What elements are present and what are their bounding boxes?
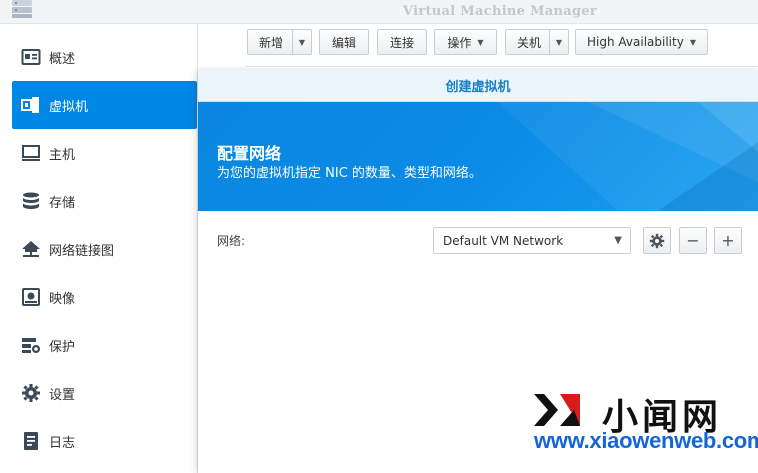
shutdown-dropdown-button[interactable]: ▼	[549, 29, 569, 55]
action-button[interactable]: 操作 ▼	[434, 29, 497, 55]
new-dropdown-button[interactable]: ▼	[292, 29, 312, 55]
banner-title: 配置网络	[217, 144, 282, 163]
edit-button[interactable]: 编辑	[319, 29, 369, 55]
network-settings-button[interactable]	[643, 227, 671, 254]
sidebar-item-image[interactable]: 映像	[12, 273, 197, 321]
sidebar-item-label: 设置	[49, 387, 76, 403]
high-availability-label: High Availability	[587, 35, 684, 49]
sidebar: 概述 虚拟机 主机 存储 网络链接图 映像 保护 设置 日志	[0, 24, 198, 473]
sidebar-item-label: 日志	[49, 435, 76, 451]
host-icon	[21, 143, 41, 163]
sidebar-item-vm[interactable]: 虚拟机	[12, 81, 197, 129]
sidebar-item-storage[interactable]: 存储	[12, 177, 197, 225]
image-icon	[21, 287, 41, 307]
network-select[interactable]: Default VM Network ▼	[433, 227, 631, 254]
overview-icon	[21, 47, 41, 67]
protection-icon	[21, 335, 41, 355]
high-availability-button[interactable]: High Availability ▼	[575, 29, 708, 55]
connect-button-label: 连接	[389, 35, 414, 50]
connect-button[interactable]: 连接	[377, 29, 427, 55]
network-icon	[21, 239, 41, 259]
vm-icon	[21, 95, 41, 115]
sidebar-item-log[interactable]: 日志	[12, 417, 197, 465]
sidebar-item-label: 主机	[49, 147, 76, 163]
sidebar-item-label: 概述	[49, 51, 76, 67]
sidebar-item-label: 保护	[49, 339, 76, 355]
sidebar-item-label: 网络链接图	[49, 243, 115, 259]
gear-icon	[21, 383, 41, 403]
new-button-label: 新增	[258, 35, 283, 50]
caret-down-icon: ▼	[298, 37, 306, 47]
banner-decoration	[498, 102, 758, 211]
app-logo-icon	[12, 0, 32, 18]
sidebar-item-overview[interactable]: 概述	[12, 33, 197, 81]
plus-icon: +	[721, 231, 735, 250]
add-network-button[interactable]: +	[714, 227, 742, 254]
shutdown-button[interactable]: 关机	[505, 29, 553, 55]
window-title: Virtual Machine Manager	[402, 4, 598, 19]
shutdown-button-label: 关机	[516, 35, 541, 50]
watermark-url: www.xiaowenweb.com	[534, 428, 758, 453]
toolbar: 新增 ▼ 编辑 连接 操作 ▼ 关机 ▼ High Availability ▼	[232, 24, 758, 66]
new-button[interactable]: 新增	[247, 29, 295, 55]
sidebar-item-label: 映像	[49, 291, 76, 307]
window-titlebar: Virtual Machine Manager	[0, 0, 758, 24]
edit-button-label: 编辑	[331, 35, 356, 50]
remove-network-button[interactable]: −	[679, 227, 707, 254]
sidebar-item-settings[interactable]: 设置	[12, 369, 197, 417]
caret-down-icon: ▼	[555, 37, 563, 47]
storage-icon	[21, 191, 41, 211]
dialog-title: 创建虚拟机	[198, 70, 758, 102]
sidebar-item-host[interactable]: 主机	[12, 129, 197, 177]
caret-down-icon: ▼	[477, 37, 484, 47]
chevron-down-icon: ▼	[614, 235, 622, 246]
sidebar-item-label: 虚拟机	[49, 99, 89, 115]
sidebar-item-network[interactable]: 网络链接图	[12, 225, 197, 273]
sidebar-item-protection[interactable]: 保护	[12, 321, 197, 369]
dialog-banner: 配置网络 为您的虚拟机指定 NIC 的数量、类型和网络。	[198, 102, 758, 211]
network-label: 网络:	[217, 234, 246, 248]
caret-down-icon: ▼	[689, 37, 696, 47]
sidebar-item-label: 存储	[49, 195, 76, 211]
log-icon	[21, 431, 41, 451]
watermark-logo-icon	[534, 394, 580, 426]
banner-subtitle: 为您的虚拟机指定 NIC 的数量、类型和网络。	[217, 166, 482, 181]
action-button-label: 操作	[447, 35, 472, 50]
minus-icon: −	[686, 231, 700, 250]
gear-icon	[649, 233, 665, 248]
network-select-value: Default VM Network	[443, 233, 564, 248]
